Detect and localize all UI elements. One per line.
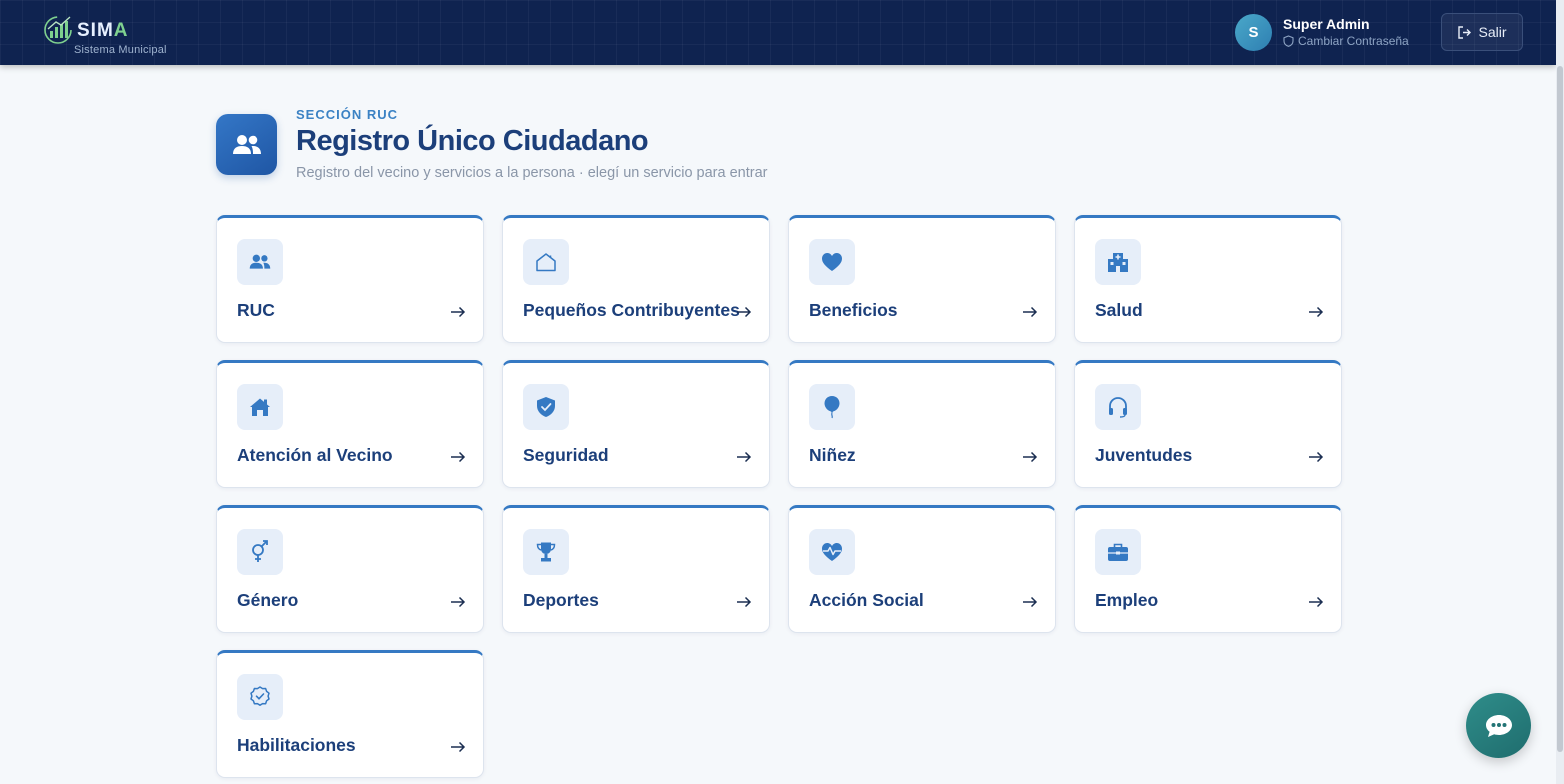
card-pequenos-contribuyentes[interactable]: Pequeños Contribuyentes xyxy=(502,215,770,343)
arrow-right-icon xyxy=(737,306,752,318)
arrow-right-icon xyxy=(1023,596,1038,608)
card-icon-box xyxy=(1095,529,1141,575)
arrow-right-icon xyxy=(1309,596,1324,608)
card-icon-box xyxy=(237,529,283,575)
page-subtitle: Registro del vecino y servicios a la per… xyxy=(296,165,768,181)
logout-label: Salir xyxy=(1478,24,1507,40)
section-eyebrow: SECCIÓN RUC xyxy=(296,107,399,122)
card-label: Habilitaciones xyxy=(237,735,356,755)
badge-check-icon xyxy=(250,686,270,706)
card-seguridad[interactable]: Seguridad xyxy=(502,360,770,488)
arrow-right-icon xyxy=(451,596,466,608)
card-icon-box xyxy=(523,239,569,285)
card-label: Deportes xyxy=(523,590,599,610)
avatar[interactable]: S xyxy=(1235,14,1272,51)
card-label: Seguridad xyxy=(523,445,609,465)
card-icon-box xyxy=(809,384,855,430)
card-label: Salud xyxy=(1095,300,1143,320)
card-deportes[interactable]: Deportes xyxy=(502,505,770,633)
headphones-icon xyxy=(1109,397,1127,418)
logo[interactable]: SIMA Sistema Municipal xyxy=(42,13,182,59)
home-icon xyxy=(250,398,270,416)
arrow-right-icon xyxy=(1309,306,1324,318)
card-habilitaciones[interactable]: Habilitaciones xyxy=(216,650,484,778)
logout-button[interactable]: Salir xyxy=(1441,13,1523,51)
logo-text-prefix: SIM xyxy=(77,20,114,41)
arrow-right-icon xyxy=(1023,451,1038,463)
arrow-right-icon xyxy=(451,451,466,463)
card-ninez[interactable]: Niñez xyxy=(788,360,1056,488)
change-password-label: Cambiar Contraseña xyxy=(1298,34,1409,48)
card-label: Género xyxy=(237,590,299,610)
arrow-right-icon xyxy=(737,451,752,463)
briefcase-icon xyxy=(1108,543,1128,561)
card-genero[interactable]: Género xyxy=(216,505,484,633)
users-icon xyxy=(232,134,261,154)
services-grid: RUC Pequeños Contribuyentes Beneficios S… xyxy=(216,215,1342,778)
logo-text-accent: A xyxy=(113,20,129,41)
arrow-right-icon xyxy=(1023,306,1038,318)
card-icon-box xyxy=(809,239,855,285)
card-label: Atención al Vecino xyxy=(237,445,393,465)
trophy-icon xyxy=(536,542,556,562)
page-title: Registro Único Ciudadano xyxy=(296,125,649,157)
card-label: Juventudes xyxy=(1095,445,1193,465)
card-icon-box xyxy=(523,529,569,575)
card-salud[interactable]: Salud xyxy=(1074,215,1342,343)
hospital-icon xyxy=(1108,253,1128,272)
logo-subtitle: Sistema Municipal xyxy=(74,44,167,56)
card-ruc[interactable]: RUC xyxy=(216,215,484,343)
section-users-icon xyxy=(216,114,277,175)
card-icon-box xyxy=(1095,239,1141,285)
card-atencion-al-vecino[interactable]: Atención al Vecino xyxy=(216,360,484,488)
card-icon-box xyxy=(1095,384,1141,430)
card-empleo[interactable]: Empleo xyxy=(1074,505,1342,633)
card-icon-box xyxy=(237,674,283,720)
heart-pulse-icon xyxy=(822,543,842,561)
gender-icon xyxy=(252,540,268,562)
house-icon xyxy=(536,253,556,272)
chat-bubble-icon xyxy=(1485,714,1512,737)
arrow-right-icon xyxy=(1309,451,1324,463)
heart-icon xyxy=(822,253,842,271)
card-icon-box xyxy=(523,384,569,430)
shield-outline-icon xyxy=(1283,35,1294,47)
card-juventudes[interactable]: Juventudes xyxy=(1074,360,1342,488)
top-bar: SIMA Sistema Municipal S Super Admin Cam… xyxy=(0,0,1556,65)
card-accion-social[interactable]: Acción Social xyxy=(788,505,1056,633)
card-label: Empleo xyxy=(1095,590,1159,610)
card-icon-box xyxy=(237,239,283,285)
card-label: Pequeños Contribuyentes xyxy=(523,300,740,320)
shield-check-icon xyxy=(537,397,555,417)
card-label: Niñez xyxy=(809,445,856,465)
card-label: Beneficios xyxy=(809,300,898,320)
card-label: Acción Social xyxy=(809,590,924,610)
logout-icon xyxy=(1458,25,1472,39)
card-icon-box xyxy=(237,384,283,430)
card-icon-box xyxy=(809,529,855,575)
arrow-right-icon xyxy=(451,741,466,753)
user-name: Super Admin xyxy=(1283,16,1370,32)
arrow-right-icon xyxy=(737,596,752,608)
scrollbar-thumb[interactable] xyxy=(1557,66,1563,752)
change-password-link[interactable]: Cambiar Contraseña xyxy=(1283,34,1409,48)
arrow-right-icon xyxy=(451,306,466,318)
logo-chart-icon xyxy=(44,16,72,44)
logo-wordmark: SIMA xyxy=(77,20,129,42)
chat-button[interactable] xyxy=(1466,693,1531,758)
users-icon xyxy=(249,254,271,269)
balloon-icon xyxy=(824,396,840,419)
card-beneficios[interactable]: Beneficios xyxy=(788,215,1056,343)
card-label: RUC xyxy=(237,300,275,320)
